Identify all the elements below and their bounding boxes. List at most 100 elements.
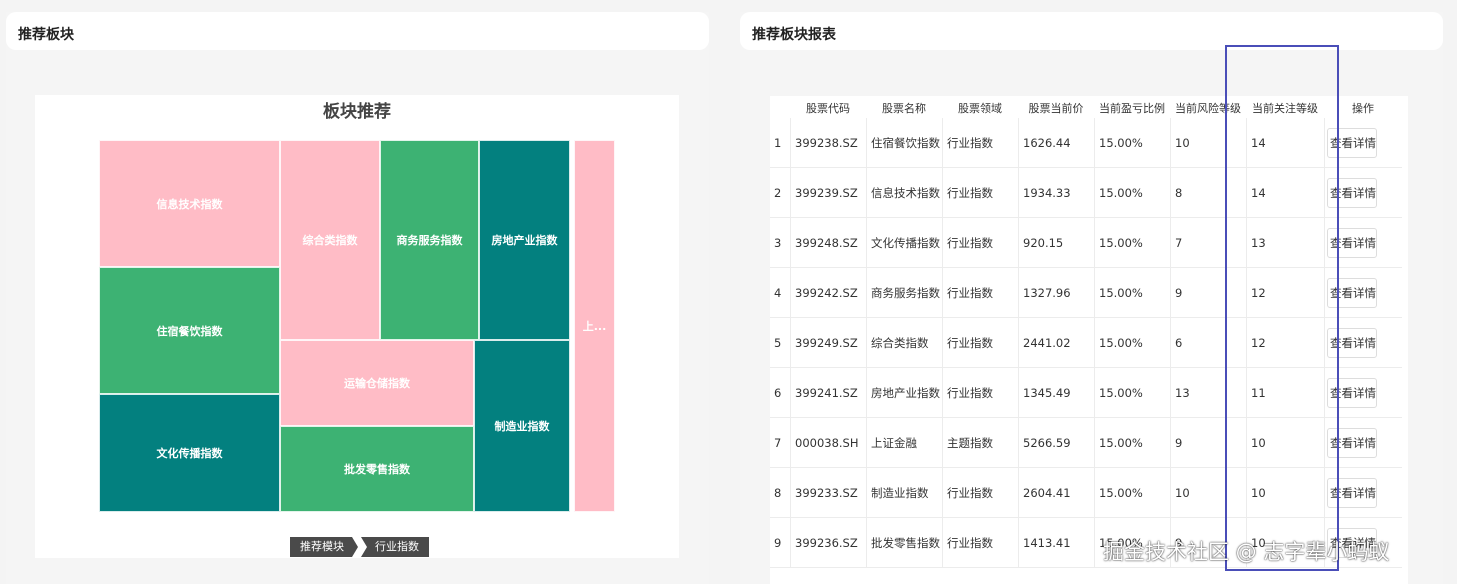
cell-code: 000038.SH bbox=[790, 418, 866, 468]
column-header: 股票当前价 bbox=[1028, 102, 1084, 115]
column-header: 股票领域 bbox=[958, 102, 1002, 115]
cell-pnl: 15.00% bbox=[1094, 418, 1170, 468]
cell-text: 15.00% bbox=[1099, 286, 1143, 300]
cell-text: 399239.SZ bbox=[795, 186, 858, 200]
cell-text: 2604.41 bbox=[1023, 486, 1071, 500]
treemap-tile[interactable]: 文化传播指数 bbox=[99, 394, 280, 512]
cell-text: 信息技术指数 bbox=[871, 186, 940, 200]
cell-text: 6 bbox=[774, 386, 782, 400]
cell-name: 文化传播指数 bbox=[866, 218, 942, 268]
cell-text: 综合类指数 bbox=[871, 336, 929, 350]
cell-text: 15.00% bbox=[1099, 136, 1143, 150]
cell-name: 商务服务指数 bbox=[866, 268, 942, 318]
cell-text: 2441.02 bbox=[1023, 336, 1071, 350]
cell-price: 920.15 bbox=[1018, 218, 1094, 268]
cell-pnl: 15.00% bbox=[1094, 218, 1170, 268]
cell-text: 批发零售指数 bbox=[871, 536, 940, 550]
cell-text: 住宿餐饮指数 bbox=[871, 136, 940, 150]
cell-text: 制造业指数 bbox=[871, 486, 929, 500]
cell-text: 7 bbox=[774, 436, 782, 450]
cell-price: 1327.96 bbox=[1018, 268, 1094, 318]
cell-idx: 6 bbox=[770, 368, 790, 418]
treemap-tile[interactable]: 运输仓储指数 bbox=[280, 340, 474, 426]
cell-text: 上证金融 bbox=[871, 436, 917, 450]
treemap-tile[interactable]: 商务服务指数 bbox=[380, 140, 479, 340]
cell-text: 行业指数 bbox=[947, 486, 993, 500]
cell-text: 行业指数 bbox=[947, 286, 993, 300]
cell-price: 1626.44 bbox=[1018, 118, 1094, 168]
cell-text: 000038.SH bbox=[795, 436, 859, 450]
cell-text: 行业指数 bbox=[947, 236, 993, 250]
cell-text: 5 bbox=[774, 336, 782, 350]
watermark: 掘金技术社区 @ 志字辈小蚂蚁 bbox=[1103, 540, 1390, 564]
cell-code: 399248.SZ bbox=[790, 218, 866, 268]
cell-pnl: 15.00% bbox=[1094, 368, 1170, 418]
cell-idx: 5 bbox=[770, 318, 790, 368]
treemap-tile[interactable]: 信息技术指数 bbox=[99, 140, 280, 267]
cell-idx: 8 bbox=[770, 468, 790, 518]
cell-price: 1345.49 bbox=[1018, 368, 1094, 418]
cell-text: 10 bbox=[1175, 136, 1190, 150]
cell-text: 15.00% bbox=[1099, 436, 1143, 450]
cell-text: 1 bbox=[774, 136, 782, 150]
treemap-tile[interactable]: 上... bbox=[574, 140, 615, 512]
cell-text: 399241.SZ bbox=[795, 386, 858, 400]
cell-code: 399239.SZ bbox=[790, 168, 866, 218]
cell-text: 4 bbox=[774, 286, 782, 300]
cell-text: 920.15 bbox=[1023, 236, 1064, 250]
cell-idx: 7 bbox=[770, 418, 790, 468]
cell-text: 9 bbox=[774, 536, 782, 550]
cell-text: 399238.SZ bbox=[795, 136, 858, 150]
cell-name: 住宿餐饮指数 bbox=[866, 118, 942, 168]
cell-text: 15.00% bbox=[1099, 186, 1143, 200]
recommend-sector-panel: 推荐板块 板块推荐 信息技术指数 住宿餐饮指数 文化传播指数 综合类指数 商务服务指数房… bbox=[6, 12, 709, 584]
cell-text: 商务服务指数 bbox=[871, 286, 940, 300]
treemap-tile[interactable]: 综合类指数 bbox=[280, 140, 380, 340]
treemap-tile[interactable]: 批发零售指数 bbox=[280, 426, 474, 512]
cell-text: 8 bbox=[1175, 186, 1183, 200]
column-header: 股票名称 bbox=[882, 102, 926, 115]
cell-code: 399238.SZ bbox=[790, 118, 866, 168]
breadcrumb-item-industry-index[interactable]: 行业指数 bbox=[361, 537, 429, 557]
treemap-chart: 板块推荐 信息技术指数 住宿餐饮指数 文化传播指数 综合类指数 商务服务指数 房地产业指数… bbox=[35, 95, 679, 558]
cell-idx: 3 bbox=[770, 218, 790, 268]
treemap-tile[interactable]: 住宿餐饮指数 bbox=[99, 267, 280, 394]
cell-field: 行业指数 bbox=[942, 368, 1018, 418]
cell-text: 9 bbox=[1175, 286, 1183, 300]
cell-text: 399236.SZ bbox=[795, 536, 858, 550]
cell-text: 1413.41 bbox=[1023, 536, 1071, 550]
cell-text: 9 bbox=[1175, 436, 1183, 450]
cell-price: 2604.41 bbox=[1018, 468, 1094, 518]
cell-pnl: 15.00% bbox=[1094, 468, 1170, 518]
cell-text: 399249.SZ bbox=[795, 336, 858, 350]
cell-text: 2 bbox=[774, 186, 782, 200]
cell-field: 行业指数 bbox=[942, 318, 1018, 368]
cell-field: 行业指数 bbox=[942, 268, 1018, 318]
cell-code: 399233.SZ bbox=[790, 468, 866, 518]
cell-text: 文化传播指数 bbox=[871, 236, 940, 250]
cell-text: 5266.59 bbox=[1023, 436, 1071, 450]
cell-price: 1413.41 bbox=[1018, 518, 1094, 568]
cell-idx: 2 bbox=[770, 168, 790, 218]
treemap-tile[interactable]: 房地产业指数 bbox=[479, 140, 570, 340]
column-header: 股票代码 bbox=[806, 102, 850, 115]
cell-name: 制造业指数 bbox=[866, 468, 942, 518]
cell-field: 行业指数 bbox=[942, 168, 1018, 218]
cell-text: 1934.33 bbox=[1023, 186, 1071, 200]
cell-name: 综合类指数 bbox=[866, 318, 942, 368]
cell-text: 房地产业指数 bbox=[871, 386, 940, 400]
cell-text: 行业指数 bbox=[947, 336, 993, 350]
focus-level-highlight-box bbox=[1225, 45, 1339, 571]
panel-title: 推荐板块 bbox=[6, 12, 709, 50]
cell-name: 房地产业指数 bbox=[866, 368, 942, 418]
cell-field: 主题指数 bbox=[942, 418, 1018, 468]
breadcrumb-item-recommend-module[interactable]: 推荐模块 bbox=[290, 537, 358, 557]
cell-name: 批发零售指数 bbox=[866, 518, 942, 568]
cell-field: 行业指数 bbox=[942, 218, 1018, 268]
cell-text: 行业指数 bbox=[947, 186, 993, 200]
cell-pnl: 15.00% bbox=[1094, 268, 1170, 318]
cell-price: 1934.33 bbox=[1018, 168, 1094, 218]
treemap-tile[interactable]: 制造业指数 bbox=[474, 340, 570, 512]
cell-code: 399236.SZ bbox=[790, 518, 866, 568]
cell-price: 5266.59 bbox=[1018, 418, 1094, 468]
